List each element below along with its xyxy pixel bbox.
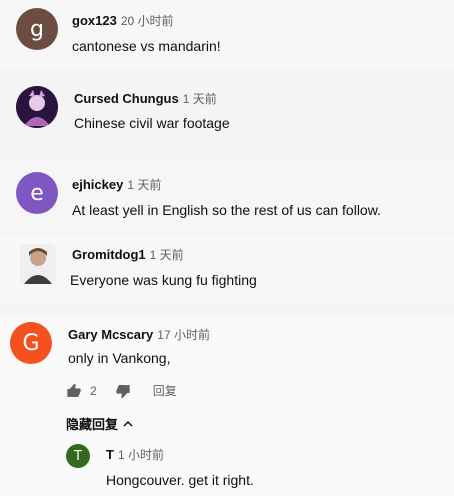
comment-author[interactable]: Gary Mcscary xyxy=(68,327,153,342)
comment-text: Chinese civil war footage xyxy=(74,115,230,131)
avatar[interactable]: T xyxy=(66,444,90,468)
avatar[interactable] xyxy=(20,244,56,284)
comment-time[interactable]: 1 天前 xyxy=(150,248,184,262)
comment-author[interactable]: ejhickey xyxy=(72,177,123,192)
chevron-up-icon xyxy=(122,418,134,430)
comment-time[interactable]: 1 天前 xyxy=(127,178,161,192)
comment-item: g gox123 20 小时前 cantonese vs mandarin! xyxy=(0,0,454,70)
thumbs-up-icon[interactable] xyxy=(66,383,82,399)
comment-time[interactable]: 20 小时前 xyxy=(121,14,174,28)
comment-author[interactable]: gox123 xyxy=(72,13,117,28)
reply-text: Hongcouver. get it right. xyxy=(106,472,254,488)
comment-header: gox123 20 小时前 xyxy=(72,12,174,30)
comment-time[interactable]: 17 小时前 xyxy=(157,328,210,342)
avatar-image xyxy=(16,86,58,128)
reply-time[interactable]: 1 小时前 xyxy=(118,448,164,462)
comment-item: Cursed Chungus 1 天前 Chinese civil war foo… xyxy=(0,78,454,148)
reply-header: T 1 小时前 xyxy=(106,446,164,464)
reply-author[interactable]: T xyxy=(106,447,114,462)
comment-item: Gromitdog1 1 天前 Everyone was kung fu figh… xyxy=(0,236,454,304)
comment-actions: 2 回复 xyxy=(66,382,177,399)
avatar[interactable] xyxy=(16,86,58,128)
comment-text: only in Vankong, xyxy=(68,350,171,366)
avatar[interactable]: G xyxy=(10,322,52,364)
avatar[interactable]: g xyxy=(16,8,58,50)
comment-item: e ejhickey 1 天前 At least yell in English … xyxy=(0,162,454,230)
comment-author[interactable]: Cursed Chungus xyxy=(74,91,179,106)
comment-text: cantonese vs mandarin! xyxy=(72,38,221,54)
comment-item: G Gary Mcscary 17 小时前 only in Vankong, 2 … xyxy=(0,316,454,496)
comment-header: Gary Mcscary 17 小时前 xyxy=(68,326,210,344)
comment-text: At least yell in English so the rest of … xyxy=(72,202,381,218)
comment-header: ejhickey 1 天前 xyxy=(72,176,161,194)
hide-replies-label: 隐藏回复 xyxy=(66,417,119,432)
thumbs-down-icon[interactable] xyxy=(115,383,131,399)
comment-header: Cursed Chungus 1 天前 xyxy=(74,90,217,108)
hide-replies-button[interactable]: 隐藏回复 xyxy=(66,414,134,433)
like-count: 2 xyxy=(90,383,97,398)
avatar-image xyxy=(20,244,56,284)
reply-button[interactable]: 回复 xyxy=(153,382,177,399)
reply-item: T T 1 小时前 Hongcouver. get it right. xyxy=(0,440,454,496)
comment-author[interactable]: Gromitdog1 xyxy=(72,247,146,262)
comment-text: Everyone was kung fu fighting xyxy=(70,272,257,288)
comment-time[interactable]: 1 天前 xyxy=(183,92,217,106)
comment-header: Gromitdog1 1 天前 xyxy=(72,246,184,264)
avatar[interactable]: e xyxy=(16,172,58,214)
